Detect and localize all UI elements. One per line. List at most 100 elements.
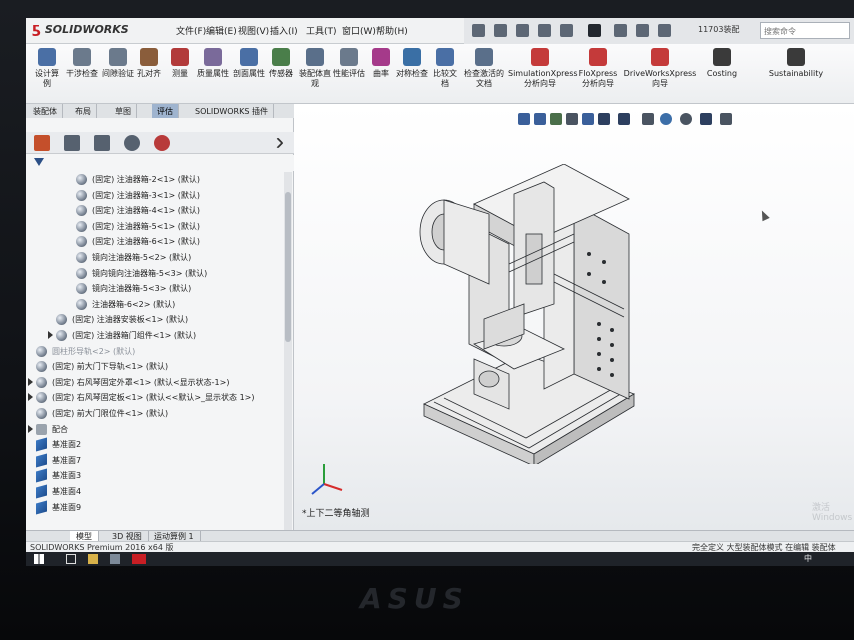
cmd-tab-4[interactable]: SOLIDWORKS 插件: [190, 104, 274, 118]
hide-show-items-icon[interactable]: [642, 113, 654, 125]
tree-item[interactable]: 镜向注油器箱-5<3> (默认): [26, 281, 284, 296]
menu-item-6[interactable]: 帮助(H): [376, 24, 408, 37]
cmd-tab-0[interactable]: 装配体: [28, 104, 63, 118]
tool-clearance[interactable]: 间隙验证: [102, 48, 134, 79]
rebuild-icon[interactable]: [614, 24, 627, 37]
menu-item-1[interactable]: 编辑(E): [206, 24, 237, 37]
tool-driveworksxpress[interactable]: DriveWorksXpress 向导: [622, 48, 698, 89]
expand-pane-chevron-icon[interactable]: [272, 137, 284, 149]
tree-item[interactable]: 镜向镜向注油器箱-5<3> (默认): [26, 266, 284, 281]
tool-sensor[interactable]: 传感器: [266, 48, 296, 79]
tool-mass-properties[interactable]: 质量属性: [196, 48, 230, 79]
dynamic-annotation-icon[interactable]: [582, 113, 594, 125]
new-file-icon[interactable]: [472, 24, 485, 37]
solidworks-taskbar-icon[interactable]: [132, 554, 146, 564]
dimxpert-tab-icon[interactable]: [124, 135, 140, 151]
tool-check-active-doc[interactable]: 检查激活的文档: [462, 48, 506, 89]
windows-start-icon[interactable]: [34, 554, 44, 564]
tool-floxpress[interactable]: FloXpress 分析向导: [576, 48, 620, 89]
tool-hole-align[interactable]: 孔对齐: [134, 48, 164, 79]
tree-item[interactable]: 基准面4: [26, 484, 284, 499]
tool-measure[interactable]: 测量: [166, 48, 194, 79]
menu-item-5[interactable]: 窗口(W): [342, 24, 376, 37]
tree-item[interactable]: (固定) 注油器箱-2<1> (默认): [26, 172, 284, 187]
tool-simulationxpress[interactable]: SimulationXpress 分析向导: [508, 48, 578, 89]
part-icon: [56, 314, 67, 326]
tree-item[interactable]: 镜向注油器箱-5<2> (默认): [26, 250, 284, 265]
select-icon[interactable]: [588, 24, 601, 37]
menu-item-3[interactable]: 插入(I): [270, 24, 298, 37]
tree-item[interactable]: 圆柱形导轨<2> (默认): [26, 344, 284, 359]
edit-appearance-icon[interactable]: [660, 113, 672, 125]
menu-item-0[interactable]: 文件(F): [176, 24, 206, 37]
menu-item-2[interactable]: 视图(V): [238, 24, 269, 37]
zoom-to-area-icon[interactable]: [534, 113, 546, 125]
filter-row[interactable]: [26, 155, 294, 171]
tree-item[interactable]: (固定) 注油器箱门组件<1> (默认): [26, 328, 284, 343]
machine-tool-model[interactable]: [414, 164, 644, 464]
tool-costing[interactable]: Costing: [702, 48, 742, 79]
undo-icon[interactable]: [560, 24, 573, 37]
tool-section-properties[interactable]: 剖面属性: [232, 48, 266, 79]
expand-arrow-icon[interactable]: [48, 331, 53, 339]
expand-arrow-icon[interactable]: [28, 424, 33, 433]
configuration-manager-tab-icon[interactable]: [94, 135, 110, 151]
tool-compare-documents[interactable]: 比较文档: [430, 48, 460, 89]
expand-arrow-icon[interactable]: [28, 393, 33, 402]
tree-item[interactable]: (固定) 注油器安装板<1> (默认): [26, 312, 284, 327]
expand-arrow-icon[interactable]: [28, 377, 33, 386]
tool-performance[interactable]: 性能评估: [332, 48, 366, 79]
task-view-icon[interactable]: [66, 554, 76, 564]
tree-item[interactable]: (固定) 右风琴固定外罩<1> (默认<显示状态-1>): [26, 375, 284, 390]
tool-design-study[interactable]: 设计算例: [32, 48, 62, 89]
menu-item-4[interactable]: 工具(T): [306, 24, 337, 37]
tool-symmetry-check[interactable]: 对称检查: [396, 48, 428, 79]
tree-item[interactable]: 基准面9: [26, 500, 284, 515]
section-view-icon[interactable]: [566, 113, 578, 125]
tool-assembly-visualization[interactable]: 装配体直观: [298, 48, 332, 89]
cmd-tab-1[interactable]: 布局: [70, 104, 97, 118]
tool-curvature[interactable]: 曲率: [368, 48, 394, 79]
property-manager-tab-icon[interactable]: [64, 135, 80, 151]
print-icon[interactable]: [538, 24, 551, 37]
open-file-icon[interactable]: [494, 24, 507, 37]
filter-icon[interactable]: [34, 158, 44, 166]
apply-scene-icon[interactable]: [680, 113, 692, 125]
zoom-to-fit-icon[interactable]: [518, 113, 530, 125]
cmd-tab-3[interactable]: 评估: [152, 104, 179, 118]
app-icon[interactable]: [110, 554, 120, 564]
tree-item[interactable]: (固定) 注油器箱-5<1> (默认): [26, 219, 284, 234]
tool-interference[interactable]: 干涉检查: [66, 48, 98, 79]
tree-item[interactable]: (固定) 右风琴固定板<1> (默认<<默认>_显示状态 1>): [26, 390, 284, 405]
monitor-icon[interactable]: [720, 113, 732, 125]
display-manager-tab-icon[interactable]: [154, 135, 170, 151]
options-icon[interactable]: [658, 24, 671, 37]
tree-item[interactable]: 注油器箱-6<2> (默认): [26, 297, 284, 312]
tree-item[interactable]: (固定) 前大门限位件<1> (默认): [26, 406, 284, 421]
tree-item[interactable]: (固定) 前大门下导轨<1> (默认): [26, 359, 284, 374]
search-commands-input[interactable]: 搜索命令: [760, 22, 850, 39]
display-style-icon[interactable]: [618, 113, 630, 125]
tool-sustainability[interactable]: Sustainability: [766, 48, 826, 79]
previous-view-icon[interactable]: [550, 113, 562, 125]
view-settings-icon[interactable]: [700, 113, 712, 125]
tree-item[interactable]: 配合: [26, 422, 284, 437]
save-icon[interactable]: [516, 24, 529, 37]
view-orientation-icon[interactable]: [598, 113, 610, 125]
tool-label: 检查激活的文档: [464, 69, 504, 88]
file-properties-icon[interactable]: [636, 24, 649, 37]
tree-item[interactable]: (固定) 注油器箱-4<1> (默认): [26, 203, 284, 218]
tree-item[interactable]: 基准面3: [26, 468, 284, 483]
tree-scrollbar-thumb[interactable]: [285, 192, 291, 342]
graphics-area[interactable]: *上下二等角轴测 激活 Windows: [294, 104, 854, 530]
cmd-tab-2[interactable]: 草图: [110, 104, 137, 118]
tree-item[interactable]: (固定) 注油器箱-3<1> (默认): [26, 188, 284, 203]
tree-item[interactable]: 基准面2: [26, 437, 284, 452]
tree-item[interactable]: (固定) 注油器箱-6<1> (默认): [26, 234, 284, 249]
file-explorer-icon[interactable]: [88, 554, 98, 564]
tree-item[interactable]: 基准面7: [26, 453, 284, 468]
tree-scrollbar[interactable]: [284, 172, 292, 530]
input-method-indicator[interactable]: 中: [804, 554, 812, 563]
solidworks-logo[interactable]: ƽ SOLIDWORKS: [32, 21, 129, 41]
feature-tree-tab-icon[interactable]: [34, 135, 50, 151]
